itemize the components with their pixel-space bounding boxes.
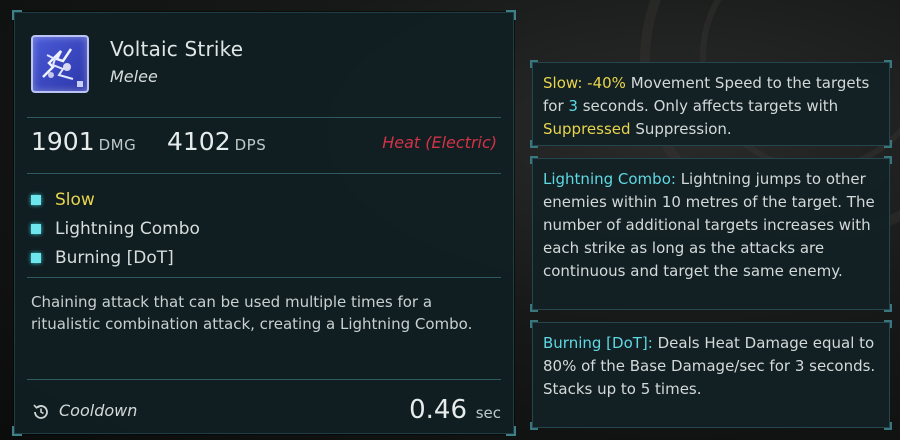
effects-list: Slow Lightning Combo Burning [DoT] bbox=[31, 185, 200, 272]
dps-unit: DPS bbox=[234, 136, 267, 154]
slow-keyword: Slow: bbox=[543, 74, 583, 92]
effect-label: Burning [DoT] bbox=[55, 247, 174, 268]
slow-duration: 3 bbox=[568, 97, 578, 115]
cooldown-value: 0.46 bbox=[409, 395, 467, 425]
slow-info-box: Slow: -40% Movement Speed to the targets… bbox=[530, 60, 892, 148]
bullet-icon bbox=[31, 223, 41, 234]
slow-value: -40% bbox=[587, 74, 626, 92]
bullet-icon bbox=[31, 252, 41, 263]
skill-description: Chaining attack that can be used multipl… bbox=[31, 293, 473, 333]
burning-keyword: Burning [DoT]: bbox=[543, 334, 653, 352]
skill-category: Melee bbox=[110, 67, 158, 86]
cooldown-unit: sec bbox=[475, 404, 501, 422]
dps-stat: 4102 DPS bbox=[167, 127, 266, 156]
effect-label: Lightning Combo bbox=[55, 218, 200, 239]
stats-row: 1901 DMG 4102 DPS Heat (Electric) bbox=[31, 127, 497, 167]
divider bbox=[27, 117, 501, 118]
divider bbox=[27, 277, 501, 278]
lightning-keyword: Lightning Combo: bbox=[543, 170, 676, 188]
effect-item-slow: Slow bbox=[31, 185, 200, 214]
effect-item-burning: Burning [DoT] bbox=[31, 243, 200, 272]
burning-info-box: Burning [DoT]: Deals Heat Damage equal t… bbox=[530, 320, 892, 430]
dps-value: 4102 bbox=[167, 127, 231, 156]
effect-item-lightning-combo: Lightning Combo bbox=[31, 214, 200, 243]
cooldown-clock-icon bbox=[33, 404, 48, 419]
lightning-skill-icon bbox=[31, 35, 89, 93]
bullet-icon bbox=[31, 194, 41, 205]
divider bbox=[27, 379, 501, 380]
skill-tooltip-card: Voltaic Strike Melee 1901 DMG 4102 DPS Hea… bbox=[12, 10, 516, 436]
lightning-combo-info-box: Lightning Combo: Lightning jumps to othe… bbox=[530, 156, 892, 312]
divider bbox=[27, 173, 501, 174]
cooldown-label: Cooldown bbox=[59, 401, 138, 420]
damage-unit: DMG bbox=[98, 136, 137, 154]
damage-type: Heat (Electric) bbox=[382, 133, 497, 152]
damage-stat: 1901 DMG bbox=[31, 127, 136, 156]
effect-label: Slow bbox=[55, 189, 95, 210]
damage-value: 1901 bbox=[31, 127, 95, 156]
slow-text: Suppression. bbox=[635, 120, 732, 138]
skill-name: Voltaic Strike bbox=[110, 37, 244, 61]
slow-text: seconds. Only affects targets with bbox=[582, 97, 839, 115]
cooldown-row: Cooldown 0.46 sec bbox=[31, 389, 501, 425]
skill-header: Voltaic Strike Melee bbox=[15, 13, 513, 113]
slow-status: Suppressed bbox=[543, 120, 631, 138]
